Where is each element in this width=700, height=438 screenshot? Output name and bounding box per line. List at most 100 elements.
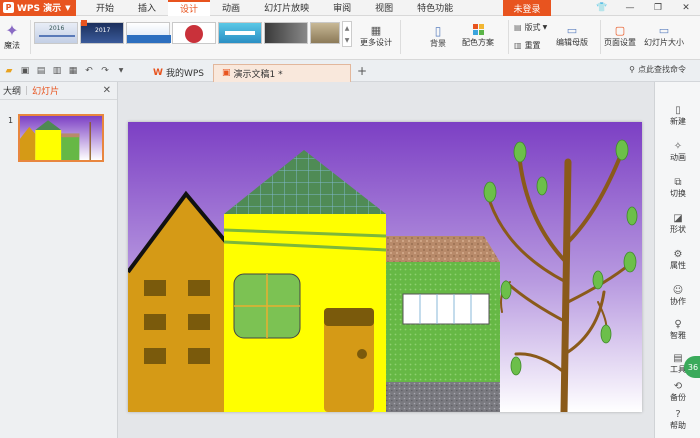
minimize-icon[interactable]: — — [616, 0, 644, 16]
tab-slides[interactable]: 幻灯片 — [32, 84, 59, 97]
export-pdf-icon[interactable]: ▤ — [34, 64, 48, 78]
sidebar-item-shape[interactable]: ◪ 形状 — [655, 212, 700, 235]
sidebar-item-new[interactable]: ▯ 新建 — [655, 104, 700, 127]
sidebar-item-label: 新建 — [670, 117, 686, 126]
tall-house-window — [144, 348, 166, 364]
sidebar-item-label: 备份 — [670, 393, 686, 402]
sidebar-item-backup[interactable]: ⟲ 备份 — [655, 380, 700, 403]
page-setup-button[interactable]: ▢ 页面设置 — [604, 24, 636, 48]
reset-label: 重置 — [524, 41, 541, 50]
background-label: 背景 — [430, 39, 446, 48]
close-icon[interactable]: ✕ — [672, 0, 700, 16]
edit-master-button[interactable]: ▭ 编辑母版 — [556, 24, 588, 48]
menu-slideshow[interactable]: 幻灯片放映 — [252, 0, 321, 16]
master-slide-icon: ▭ — [566, 24, 578, 37]
toolbox-icon: ▤ — [673, 352, 683, 364]
menu-special[interactable]: 特色功能 — [405, 0, 465, 16]
gallery-scroll[interactable]: ▲ ▼ — [342, 21, 352, 47]
reset-button[interactable]: ▥ 重置 — [514, 40, 541, 51]
more-design-label: 更多设计 — [360, 38, 392, 47]
green-house-roof[interactable] — [386, 236, 500, 262]
tab-my-wps[interactable]: W 我的WPS — [144, 64, 213, 82]
login-button[interactable]: 未登录 — [503, 0, 551, 16]
command-search-label: 点此查找命令 — [638, 65, 686, 74]
ribbon-design: ✦ 魔法 2016 2017 ▲ ▼ ▦ 更多设计 ▯ 背景 配色方案 ▤ 版式… — [0, 16, 700, 60]
sidebar-item-properties[interactable]: ⚙ 属性 — [655, 248, 700, 271]
template-thumb-2-text: 2017 — [95, 27, 111, 34]
save-icon[interactable]: ▣ — [18, 64, 32, 78]
magic-button[interactable]: ✦ 魔法 — [4, 21, 20, 51]
slide-panel-tabs: 大纲 | 幻灯片 ✕ — [0, 82, 117, 100]
sidebar-item-label: 形状 — [670, 225, 686, 234]
close-icon[interactable]: ✕ — [103, 85, 111, 96]
edit-master-label: 编辑母版 — [556, 38, 588, 47]
tall-house-window — [188, 314, 210, 330]
tab-presentation-1[interactable]: ▣ 演示文稿1 * — [212, 63, 351, 82]
template-thumb-4[interactable] — [172, 22, 216, 44]
task-pane-bar: ▯ 新建 ✧ 动画 ⧉ 切换 ◪ 形状 ⚙ 属性 ☺ 协作 ♀ 智雅 ▤ 工具 — [654, 82, 700, 438]
floating-badge[interactable]: 36 — [684, 356, 700, 378]
wps-presentation-window: P WPS 演示 ▼ 开始 插入 设计 动画 幻灯片放映 审阅 视图 特色功能 … — [0, 0, 700, 438]
color-scheme-label: 配色方案 — [462, 38, 494, 47]
redo-icon[interactable]: ↷ — [98, 64, 112, 78]
menu-view[interactable]: 视图 — [363, 0, 405, 16]
layout-button[interactable]: ▤ 版式 ▼ — [514, 22, 547, 33]
help-icon: ? — [675, 408, 681, 420]
template-thumb-1-text: 2016 — [49, 25, 65, 32]
menu-insert[interactable]: 插入 — [126, 0, 168, 16]
transition-icon: ⧉ — [674, 176, 682, 188]
template-thumb-3[interactable] — [126, 22, 171, 44]
new-tab-icon[interactable]: + — [355, 64, 369, 78]
app-title: WPS 演示 — [17, 4, 62, 14]
template-thumb-6[interactable] — [264, 22, 308, 44]
sidebar-item-smart[interactable]: ♀ 智雅 — [655, 318, 700, 341]
menu-animation[interactable]: 动画 — [210, 0, 252, 16]
command-search[interactable]: ⚲ 点此查找命令 — [629, 64, 686, 75]
template-thumb-2[interactable]: 2017 — [80, 20, 124, 44]
current-slide[interactable] — [128, 122, 642, 412]
document-tab-bar: ▰ ▣ ▤ ▥ ▦ ↶ ↷ ▼ W 我的WPS ▣ 演示文稿1 * + ⚲ 点此… — [0, 60, 700, 82]
chevron-down-icon[interactable]: ▼ — [114, 64, 128, 78]
slide-size-button[interactable]: ▭ 幻灯片大小 — [644, 24, 684, 48]
maximize-icon[interactable]: ❐ — [644, 0, 672, 16]
color-palette-icon — [472, 24, 484, 35]
template-thumb-1[interactable]: 2016 — [34, 22, 78, 44]
menu-home[interactable]: 开始 — [84, 0, 126, 16]
sidebar-item-transition[interactable]: ⧉ 切换 — [655, 176, 700, 199]
template-thumb-7[interactable] — [310, 22, 340, 44]
slide-number: 1 — [8, 116, 14, 125]
undo-icon[interactable]: ↶ — [82, 64, 96, 78]
shape-icon: ◪ — [673, 212, 683, 224]
template-thumb-5[interactable] — [218, 22, 262, 44]
sidebar-item-label: 帮助 — [670, 421, 686, 430]
sidebar-item-animation[interactable]: ✧ 动画 — [655, 140, 700, 163]
more-design-button[interactable]: ▦ 更多设计 — [360, 24, 392, 48]
tall-house-window — [144, 280, 166, 296]
animation-icon: ✧ — [673, 140, 683, 152]
backup-icon: ⟲ — [673, 380, 683, 392]
sidebar-item-collaborate[interactable]: ☺ 协作 — [655, 284, 700, 307]
slide-thumbnail-picture — [20, 116, 102, 160]
layout-label: 版式 — [524, 23, 541, 32]
menu-review[interactable]: 审阅 — [321, 0, 363, 16]
magic-label: 魔法 — [4, 41, 20, 50]
open-folder-icon[interactable]: ▰ — [2, 64, 16, 78]
app-menu-button[interactable]: P WPS 演示 ▼ — [0, 0, 76, 16]
tab-outline[interactable]: 大纲 — [3, 84, 21, 97]
editing-canvas — [118, 82, 654, 438]
print-preview-icon[interactable]: ▦ — [66, 64, 80, 78]
menu-bar: P WPS 演示 ▼ 开始 插入 设计 动画 幻灯片放映 审阅 视图 特色功能 … — [0, 0, 700, 16]
menu-design[interactable]: 设计 — [168, 0, 211, 16]
skin-icon[interactable]: 👕 — [588, 0, 616, 16]
tall-house-window — [144, 314, 166, 330]
color-scheme-button[interactable]: 配色方案 — [462, 24, 494, 48]
magic-wand-icon: ✦ — [5, 21, 19, 40]
sidebar-item-label: 动画 — [670, 153, 686, 162]
chevron-down-icon: ▼ — [344, 36, 350, 44]
slide-thumbnail-1[interactable] — [18, 114, 104, 162]
new-file-icon: ▯ — [675, 104, 681, 116]
background-button[interactable]: ▯ 背景 — [430, 24, 446, 49]
sidebar-item-help[interactable]: ? 帮助 — [655, 408, 700, 431]
green-house-window — [402, 293, 490, 325]
print-icon[interactable]: ▥ — [50, 64, 64, 78]
